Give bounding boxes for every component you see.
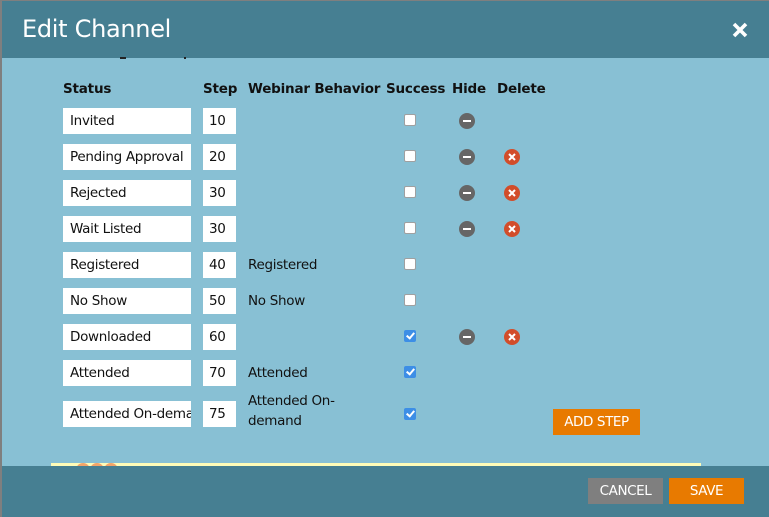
success-checkbox[interactable] [404,186,416,198]
status-row: Attended 70 Attended [2,360,769,386]
hide-icon[interactable] [459,329,475,345]
status-row: Downloaded 60 [2,324,769,350]
status-row: Pending Approval 20 [2,144,769,170]
status-name-input[interactable]: Rejected [63,180,191,206]
status-row: No Show 50 No Show [2,288,769,314]
webinar-behavior-label: Attended [248,365,308,381]
success-checkbox[interactable] [404,258,416,270]
status-row: Invited 10 [2,108,769,134]
success-checkbox[interactable] [404,222,416,234]
hide-icon[interactable] [459,185,475,201]
delete-icon[interactable] [504,149,520,165]
status-name-input[interactable]: Attended On-demand [63,401,191,427]
status-name-input[interactable]: Wait Listed [63,216,191,242]
column-header-delete: Delete [497,81,546,97]
webinar-behavior-label: Attended On-demand [248,391,335,431]
step-number-input[interactable]: 60 [203,324,236,350]
clipped-text-fragment [184,57,186,59]
status-name-input[interactable]: Pending Approval [63,144,191,170]
step-number-input[interactable]: 20 [203,144,236,170]
step-number-input[interactable]: 70 [203,360,236,386]
status-name-input[interactable]: Attended [63,360,191,386]
step-number-input[interactable]: 75 [203,401,236,427]
status-name-input[interactable]: Downloaded [63,324,191,350]
status-name-input[interactable]: Invited [63,108,191,134]
success-checkbox[interactable] [404,114,416,126]
delete-icon[interactable] [504,185,520,201]
success-checkbox[interactable] [404,408,416,420]
close-icon[interactable] [731,21,749,39]
step-number-input[interactable]: 40 [203,252,236,278]
webinar-behavior-line: demand [248,413,302,429]
delete-icon[interactable] [504,221,520,237]
column-header-webinar-behavior: Webinar Behavior [248,81,381,97]
column-header-success: Success [386,81,446,97]
hide-icon[interactable] [459,113,475,129]
step-number-input[interactable]: 10 [203,108,236,134]
step-number-input[interactable]: 30 [203,216,236,242]
column-header-hide: Hide [452,81,486,97]
status-name-input[interactable]: No Show [63,288,191,314]
step-number-input[interactable]: 50 [203,288,236,314]
webinar-behavior-label: No Show [248,293,305,309]
webinar-behavior-line: Attended On- [248,393,335,409]
success-checkbox[interactable] [404,150,416,162]
hide-icon[interactable] [459,149,475,165]
clipped-text-fragment [120,57,126,59]
column-header-step: Step [203,81,238,97]
status-name-input[interactable]: Registered [63,252,191,278]
status-row: Registered 40 Registered [2,252,769,278]
add-step-button[interactable]: ADD STEP [553,409,640,435]
cancel-button[interactable]: CANCEL [588,478,663,504]
success-checkbox[interactable] [404,330,416,342]
dialog-footer: CANCEL SAVE [2,466,769,517]
dialog-title: Edit Channel [22,15,172,43]
success-checkbox[interactable] [404,366,416,378]
success-checkbox[interactable] [404,294,416,306]
edit-channel-dialog: Edit Channel Status Step Webinar Behavio… [2,1,769,517]
status-row: Rejected 30 [2,180,769,206]
webinar-behavior-label: Registered [248,257,318,273]
delete-icon[interactable] [504,329,520,345]
dialog-header: Edit Channel [2,1,769,58]
save-button[interactable]: SAVE [669,478,744,504]
step-number-input[interactable]: 30 [203,180,236,206]
status-row: Wait Listed 30 [2,216,769,242]
column-header-status: Status [63,81,112,97]
status-row: Attended On-demand 75 Attended On-demand [2,393,769,429]
hide-icon[interactable] [459,221,475,237]
